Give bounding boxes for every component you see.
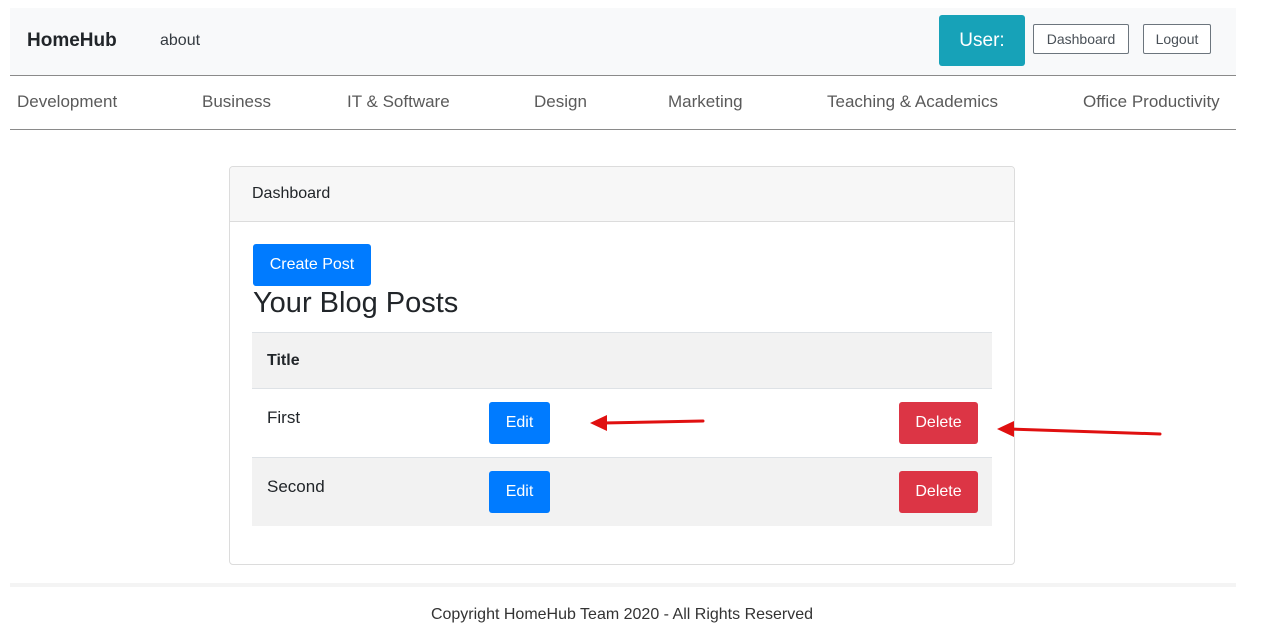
top-navbar: HomeHub about User: Dashboard Logout — [10, 8, 1236, 76]
dashboard-link-button[interactable]: Dashboard — [1033, 24, 1129, 54]
nav-about-link[interactable]: about — [160, 32, 200, 50]
category-business[interactable]: Business — [202, 92, 271, 112]
category-teaching-academics[interactable]: Teaching & Academics — [827, 92, 998, 112]
post-title-cell: Second — [267, 477, 325, 496]
table-row: Second Edit Delete — [252, 457, 992, 526]
post-title-cell: First — [267, 408, 301, 427]
edit-button[interactable]: Edit — [489, 471, 550, 513]
brand-logo[interactable]: HomeHub — [27, 30, 117, 52]
category-design[interactable]: Design — [534, 92, 587, 112]
category-bar: Development Business IT & Software Desig… — [10, 76, 1236, 130]
dashboard-card: Dashboard Create Post Your Blog Posts Ti… — [229, 166, 1015, 565]
create-post-button[interactable]: Create Post — [253, 244, 371, 286]
delete-button[interactable]: Delete — [899, 471, 978, 513]
category-it-software[interactable]: IT & Software — [347, 92, 450, 112]
annotation-arrow-delete-icon — [997, 421, 1162, 437]
footer-divider — [10, 583, 1236, 587]
logout-button[interactable]: Logout — [1143, 24, 1211, 54]
category-development[interactable]: Development — [17, 92, 117, 112]
annotation-arrow-edit-icon — [590, 415, 705, 431]
blog-posts-heading: Your Blog Posts — [253, 287, 459, 319]
category-marketing[interactable]: Marketing — [668, 92, 743, 112]
footer-copyright: Copyright HomeHub Team 2020 - All Rights… — [430, 606, 814, 623]
card-header: Dashboard — [230, 167, 1014, 222]
edit-button[interactable]: Edit — [489, 402, 550, 444]
user-button[interactable]: User: — [939, 15, 1025, 66]
column-header-title: Title — [267, 352, 300, 369]
table-header-row: Title — [252, 332, 992, 388]
delete-button[interactable]: Delete — [899, 402, 978, 444]
category-office-productivity[interactable]: Office Productivity — [1083, 92, 1220, 112]
